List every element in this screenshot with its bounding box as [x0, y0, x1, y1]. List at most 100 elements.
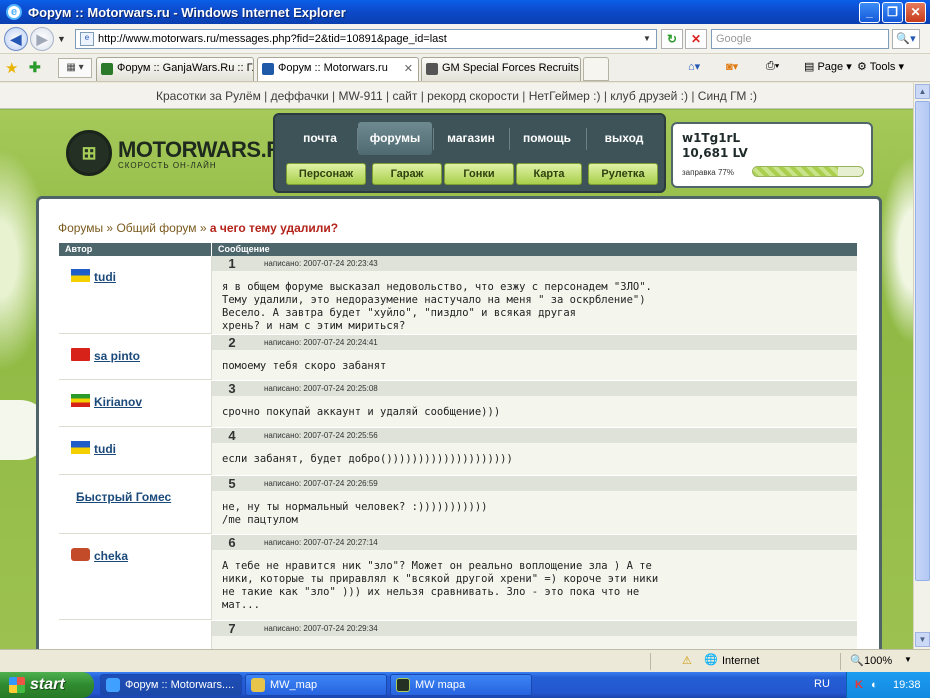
toplink[interactable]: рекорд скорости [427, 89, 519, 103]
scroll-thumb[interactable] [915, 101, 930, 581]
logo-mark-icon: ⊞ [66, 130, 112, 176]
breadcrumb-forums-link[interactable]: Форумы [58, 221, 103, 235]
nav-garage-button[interactable]: Гараж [372, 163, 442, 185]
toplink[interactable]: сайт [393, 89, 418, 103]
clock[interactable]: 19:38 [893, 672, 921, 698]
breadcrumb-general-link[interactable]: Общий форум [116, 221, 196, 235]
post-author-cell [59, 621, 212, 650]
toplink[interactable]: НетГеймер :) [529, 89, 601, 103]
post-number: 2 [228, 335, 236, 350]
post-body: помоему тебя скоро забанят [222, 360, 387, 372]
windows-logo-icon [9, 677, 25, 693]
posts-list: tudi 1 написано: 2007-07-24 20:23:43 я в об… [59, 256, 857, 651]
windows-taskbar: start Форум :: Motorwars.... MW_map MW m… [0, 672, 930, 698]
refresh-button[interactable]: ↻ [661, 29, 683, 49]
tab-close-icon[interactable]: ✕ [404, 62, 413, 75]
vertical-scrollbar[interactable]: ▲ ▼ [913, 83, 930, 649]
fuel-progress-fill [753, 167, 838, 176]
toplink[interactable]: Красотки за Рулём [156, 89, 261, 103]
minimize-button[interactable]: _ [859, 2, 880, 23]
search-button[interactable]: 🔍▾ [892, 29, 920, 49]
nav-character-button[interactable]: Персонаж [286, 163, 366, 185]
history-dropdown-icon[interactable]: ▼ [57, 34, 66, 44]
user-name[interactable]: w1Tg1rL [682, 131, 740, 145]
nav-races-button[interactable]: Гонки [444, 163, 514, 185]
zoom-level[interactable]: 100% [864, 655, 892, 667]
nav-mail[interactable]: почта [283, 122, 357, 155]
fuel-progress-bar [752, 166, 864, 177]
search-input[interactable]: Google [711, 29, 889, 49]
country-flag-icon [71, 348, 90, 361]
nav-map-button[interactable]: Карта [516, 163, 582, 185]
post-date: написано: 2007-07-24 20:27:14 [264, 538, 378, 547]
back-button[interactable]: ◀ [4, 27, 28, 51]
toplink[interactable]: MW-911 [338, 89, 382, 103]
tray-app-icon[interactable]: ◐ [871, 672, 878, 698]
post-number: 6 [228, 535, 236, 550]
post-row: 7 написано: 2007-07-24 20:29:34 [59, 621, 857, 651]
breadcrumb-current: а чего тему удалили? [209, 221, 339, 235]
print-icon[interactable]: ⎙▾ [766, 60, 779, 73]
address-url[interactable]: http://www.motorwars.ru/messages.php?fid… [98, 33, 447, 45]
antivirus-icon[interactable]: K [855, 672, 863, 698]
home-icon[interactable]: ⌂▾ [688, 60, 700, 73]
table-header: Автор Сообщение [59, 243, 857, 256]
toplink[interactable]: деффачки [271, 89, 329, 103]
taskbar-item-mw-mapa[interactable]: MW mapa [390, 674, 532, 696]
tab-gm-special-forces[interactable]: GM Special Forces Recruits #... [421, 57, 581, 81]
breadcrumb: Форумы » Общий форум » а чего тему удали… [58, 221, 338, 235]
post-author-link[interactable]: Kirianov [94, 395, 142, 409]
favorites-star-icon[interactable]: ★ [5, 59, 18, 77]
window-controls: _ ❐ ✕ [859, 2, 926, 23]
toplink[interactable]: клуб друзей :) [610, 89, 688, 103]
post-message-cell: 5 написано: 2007-07-24 20:26:59 не, ну ты … [212, 476, 857, 534]
post-author-link[interactable]: tudi [94, 442, 116, 456]
address-bar[interactable]: e http://www.motorwars.ru/messages.php?f… [75, 29, 657, 49]
stop-button[interactable]: ✕ [685, 29, 707, 49]
nav-shop[interactable]: магазин [434, 122, 508, 155]
tab-label: Форум :: Motorwars.ru [278, 62, 388, 74]
new-tab-button[interactable] [583, 57, 609, 81]
forward-button[interactable]: ▶ [30, 27, 54, 51]
post-author-cell: tudi [59, 428, 212, 475]
post-header: 1 написано: 2007-07-24 20:23:43 [212, 256, 857, 271]
feeds-icon[interactable]: ◙▾ [726, 60, 738, 73]
nav-logout[interactable]: выход [587, 122, 661, 155]
taskbar-item-mw-map[interactable]: MW_map [245, 674, 387, 696]
quick-tabs-button[interactable]: ▦ ▾ [58, 58, 92, 78]
user-level: 10,681 LV [682, 146, 748, 160]
tab-motorwars[interactable]: Форум :: Motorwars.ru ✕ [257, 57, 419, 81]
tools-menu-button[interactable]: ⚙ Tools ▾ [857, 60, 904, 73]
scroll-up-arrow[interactable]: ▲ [915, 84, 930, 99]
nav-roulette-button[interactable]: Рулетка [588, 163, 658, 185]
post-header: 6 написано: 2007-07-24 20:27:14 [212, 535, 857, 550]
post-message-cell: 4 написано: 2007-07-24 20:25:56 если забан… [212, 428, 857, 475]
taskbar-item-label: Форум :: Motorwars.... [125, 679, 235, 691]
maximize-button[interactable]: ❐ [882, 2, 903, 23]
add-favorite-icon[interactable]: ✚ [29, 59, 41, 76]
zoom-icon[interactable]: 🔍 [850, 654, 864, 667]
toplink[interactable]: Синд ГМ :) [698, 89, 757, 103]
close-button[interactable]: ✕ [905, 2, 926, 23]
page-menu-button[interactable]: ▤ Page ▾ [804, 60, 852, 73]
post-row: tudi 1 написано: 2007-07-24 20:23:43 я в об… [59, 256, 857, 335]
address-dropdown-icon[interactable]: ▼ [640, 32, 654, 46]
post-author-link[interactable]: cheka [94, 549, 128, 563]
logo-text: MOTORWARS.RU СКОРОСТЬ ОН-ЛАЙН [118, 137, 297, 170]
post-row: Kirianov 3 написано: 2007-07-24 20:25:08 ср… [59, 381, 857, 428]
post-row: tudi 4 написано: 2007-07-24 20:25:56 если з… [59, 428, 857, 476]
site-logo[interactable]: ⊞ MOTORWARS.RU СКОРОСТЬ ОН-ЛАЙН [66, 130, 297, 176]
post-author-link[interactable]: sa pinto [94, 349, 140, 363]
post-header: 5 написано: 2007-07-24 20:26:59 [212, 476, 857, 491]
nav-help[interactable]: помощь [510, 122, 584, 155]
scroll-down-arrow[interactable]: ▼ [915, 632, 930, 647]
start-button[interactable]: start [0, 672, 94, 698]
tab-ganjawars[interactable]: Форум :: GanjaWars.Ru :: Г... [96, 57, 254, 81]
zoom-dropdown-icon[interactable]: ▼ [904, 655, 912, 664]
language-indicator[interactable]: RU [814, 678, 830, 690]
post-author-link[interactable]: tudi [94, 270, 116, 284]
post-author-link[interactable]: Быстрый Гомес [76, 490, 171, 504]
post-body: не, ну ты нормальный человек? :)))))))))… [222, 501, 488, 526]
taskbar-item-ie[interactable]: Форум :: Motorwars.... [100, 674, 242, 696]
nav-forums[interactable]: форумы [358, 122, 432, 155]
